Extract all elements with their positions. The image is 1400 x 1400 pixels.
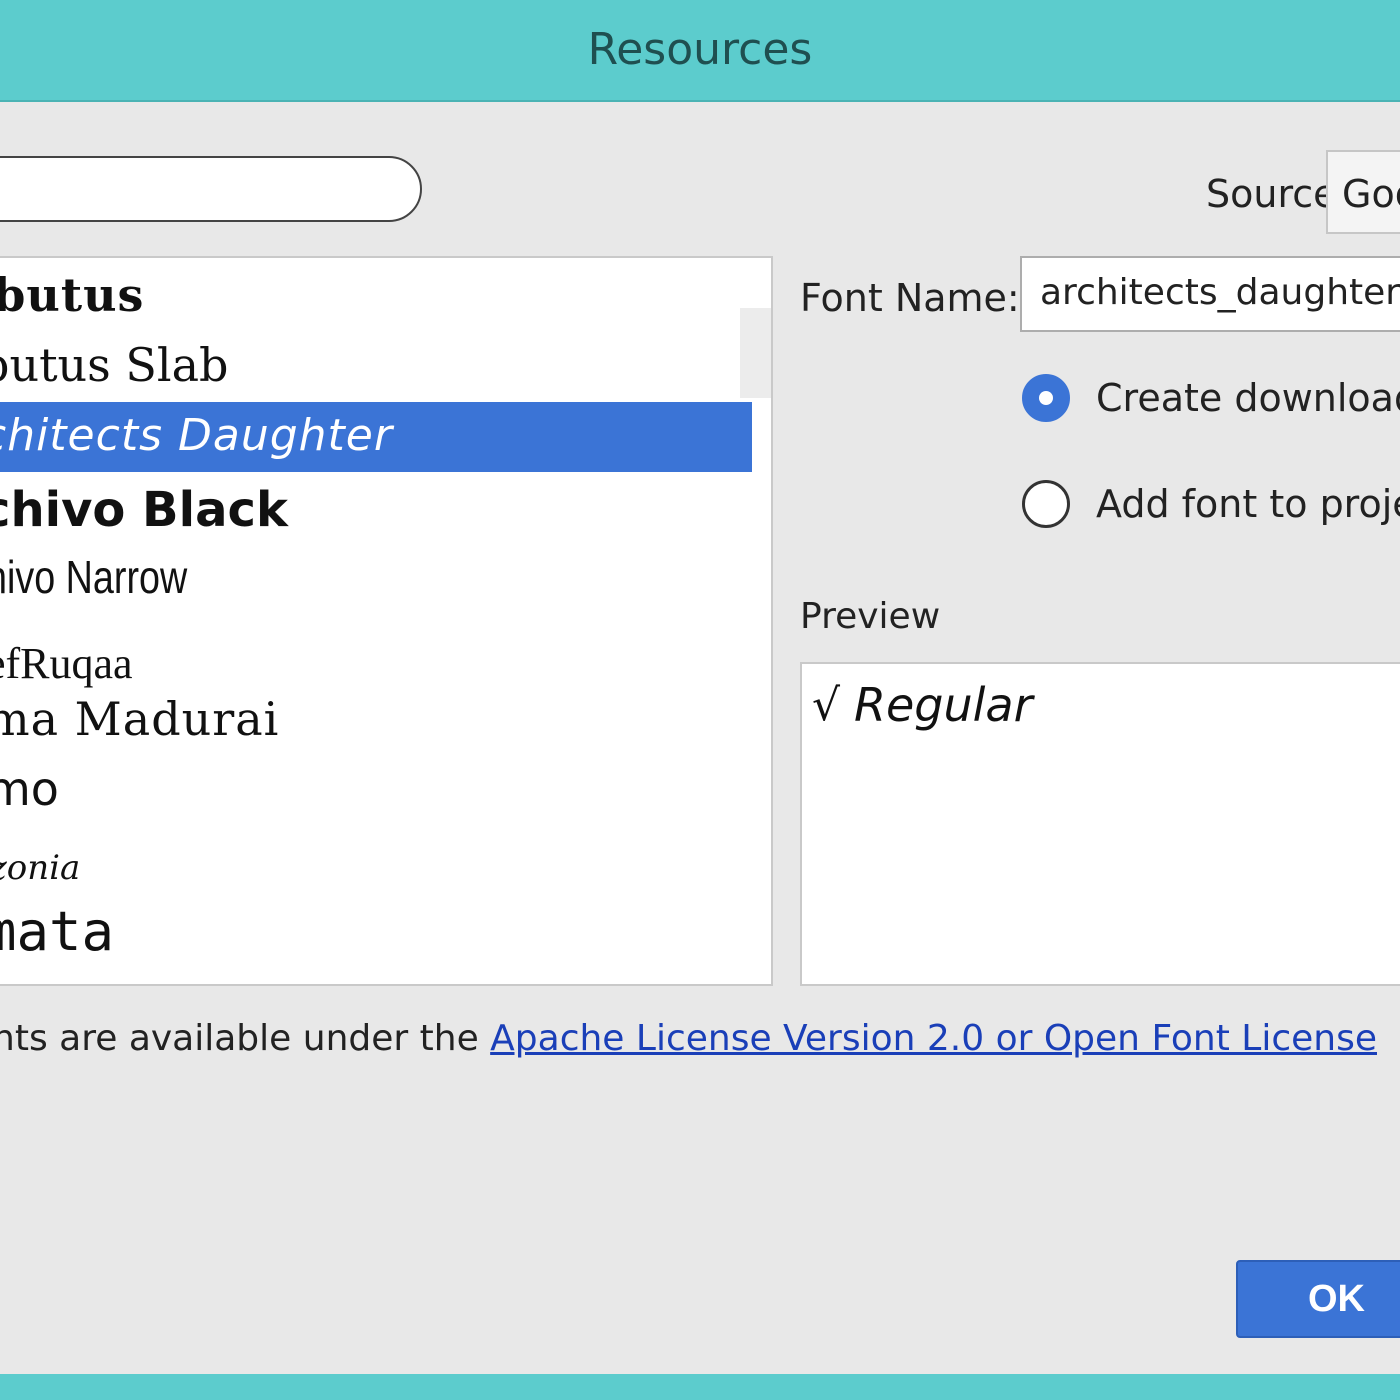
font-list-item[interactable]: butus Slab — [0, 336, 752, 396]
font-item-label: izonia — [0, 848, 81, 888]
font-name-label: Font Name: — [800, 276, 1020, 320]
preview-label: Preview — [800, 596, 941, 637]
add-to-project-label: Add font to projec — [1096, 482, 1400, 526]
resources-dialog: Resources Source Goo rbutus butus Slab c… — [0, 0, 1400, 1400]
font-list-item[interactable]: hivo Narrow — [0, 548, 752, 608]
font-list-item[interactable]: chivo Black — [0, 480, 752, 542]
window-title: Resources — [587, 24, 813, 75]
font-list[interactable]: rbutus butus Slab chitects Daughter chiv… — [0, 256, 773, 986]
font-item-label: ma Madurai — [0, 692, 280, 746]
font-list-item[interactable]: mo — [0, 760, 752, 820]
title-bar[interactable]: Resources — [0, 0, 1400, 102]
font-list-item-selected[interactable]: chitects Daughter — [0, 402, 752, 472]
font-item-label: rbutus — [0, 268, 145, 322]
source-label: Source — [1206, 172, 1337, 216]
radio-unselected-icon[interactable] — [1022, 480, 1070, 528]
preview-style-label: Regular — [854, 678, 1033, 732]
license-link[interactable]: Apache License Version 2.0 or Open Font … — [490, 1018, 1377, 1059]
font-item-label: chitects Daughter — [0, 410, 393, 461]
font-list-item[interactable]: efRuqaa — [0, 636, 752, 690]
checkmark-icon[interactable]: √ — [812, 680, 840, 731]
source-selected-value: Goo — [1342, 172, 1400, 216]
preview-panel: √ Regular — [800, 662, 1400, 986]
font-list-item[interactable]: ma Madurai — [0, 690, 752, 748]
font-item-label: mata — [0, 900, 115, 963]
font-list-item[interactable]: mata — [0, 898, 752, 964]
font-item-label: butus Slab — [0, 338, 229, 392]
font-list-scrollbar-thumb[interactable] — [740, 308, 771, 398]
dialog-body: Source Goo rbutus butus Slab chitects Da… — [0, 102, 1400, 1374]
search-input[interactable] — [0, 156, 422, 222]
font-name-input[interactable]: architects_daughter — [1020, 256, 1400, 332]
font-item-label: hivo Narrow — [0, 551, 188, 603]
font-list-item[interactable]: izonia — [0, 842, 752, 896]
font-item-label: chivo Black — [0, 482, 288, 538]
create-downloadable-label: Create downloada — [1096, 376, 1400, 420]
source-dropdown[interactable]: Goo — [1326, 150, 1400, 234]
license-text: onts are available under the Apache Lice… — [0, 1018, 1377, 1059]
font-item-label: mo — [0, 762, 59, 816]
window-bottom-border — [0, 1374, 1400, 1400]
radio-selected-icon[interactable] — [1022, 374, 1070, 422]
ok-button[interactable]: OK — [1236, 1260, 1400, 1338]
font-item-label: efRuqaa — [0, 639, 133, 688]
font-list-item[interactable]: rbutus — [0, 266, 752, 326]
license-prefix: onts are available under the — [0, 1018, 491, 1059]
